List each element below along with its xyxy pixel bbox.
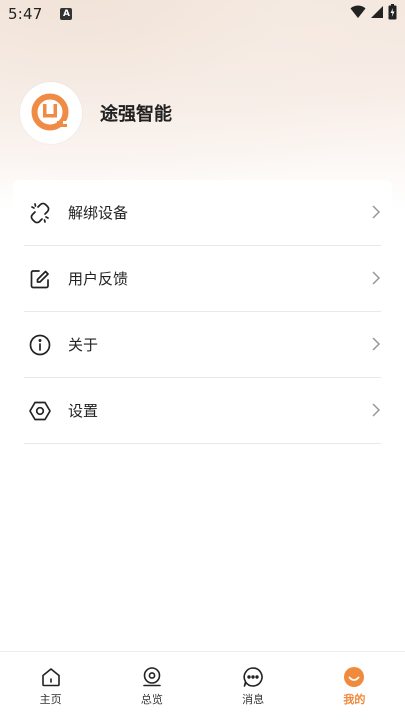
menu-item-feedback[interactable]: 用户反馈 xyxy=(24,246,381,312)
tab-home[interactable]: 主页 xyxy=(0,652,101,720)
info-icon xyxy=(27,332,53,358)
battery-icon xyxy=(388,4,397,20)
bottom-tab-bar: 主页 总览 消息 我的 xyxy=(0,651,405,720)
menu-item-unbind-device[interactable]: 解绑设备 xyxy=(24,180,381,246)
tab-label: 我的 xyxy=(343,693,366,706)
menu-label: 设置 xyxy=(68,402,99,420)
brand-logo-icon xyxy=(31,93,69,131)
menu-label: 关于 xyxy=(68,336,99,354)
menu-card: 解绑设备 用户反馈 关于 设置 xyxy=(13,180,392,450)
profile-header: 途强智能 xyxy=(20,82,172,144)
menu-item-about[interactable]: 关于 xyxy=(24,312,381,378)
chevron-right-icon xyxy=(372,205,381,219)
tab-messages[interactable]: 消息 xyxy=(203,652,304,720)
tab-label: 消息 xyxy=(242,693,265,706)
menu-label: 解绑设备 xyxy=(68,204,129,222)
menu-item-settings[interactable]: 设置 xyxy=(24,378,381,444)
avatar[interactable] xyxy=(20,82,82,144)
tab-label: 总览 xyxy=(140,693,163,706)
message-icon xyxy=(242,666,264,688)
tab-overview[interactable]: 总览 xyxy=(101,652,202,720)
wifi-icon xyxy=(350,5,366,18)
unlink-icon xyxy=(27,200,53,226)
tab-label: 主页 xyxy=(39,693,62,706)
profile-icon xyxy=(343,666,365,688)
profile-name: 途强智能 xyxy=(100,104,172,125)
tab-mine[interactable]: 我的 xyxy=(304,652,405,720)
location-icon xyxy=(141,666,163,688)
home-icon xyxy=(40,666,62,688)
chevron-right-icon xyxy=(372,403,381,417)
status-indicators xyxy=(350,4,397,20)
edit-icon xyxy=(27,266,53,292)
settings-icon xyxy=(27,398,53,424)
notification-app-icon: A xyxy=(60,8,73,20)
status-time: 5:47 xyxy=(8,5,43,23)
status-bar: 5:47 A xyxy=(0,0,405,28)
signal-icon xyxy=(371,6,383,18)
chevron-right-icon xyxy=(372,271,381,285)
menu-label: 用户反馈 xyxy=(68,270,129,288)
chevron-right-icon xyxy=(372,337,381,351)
